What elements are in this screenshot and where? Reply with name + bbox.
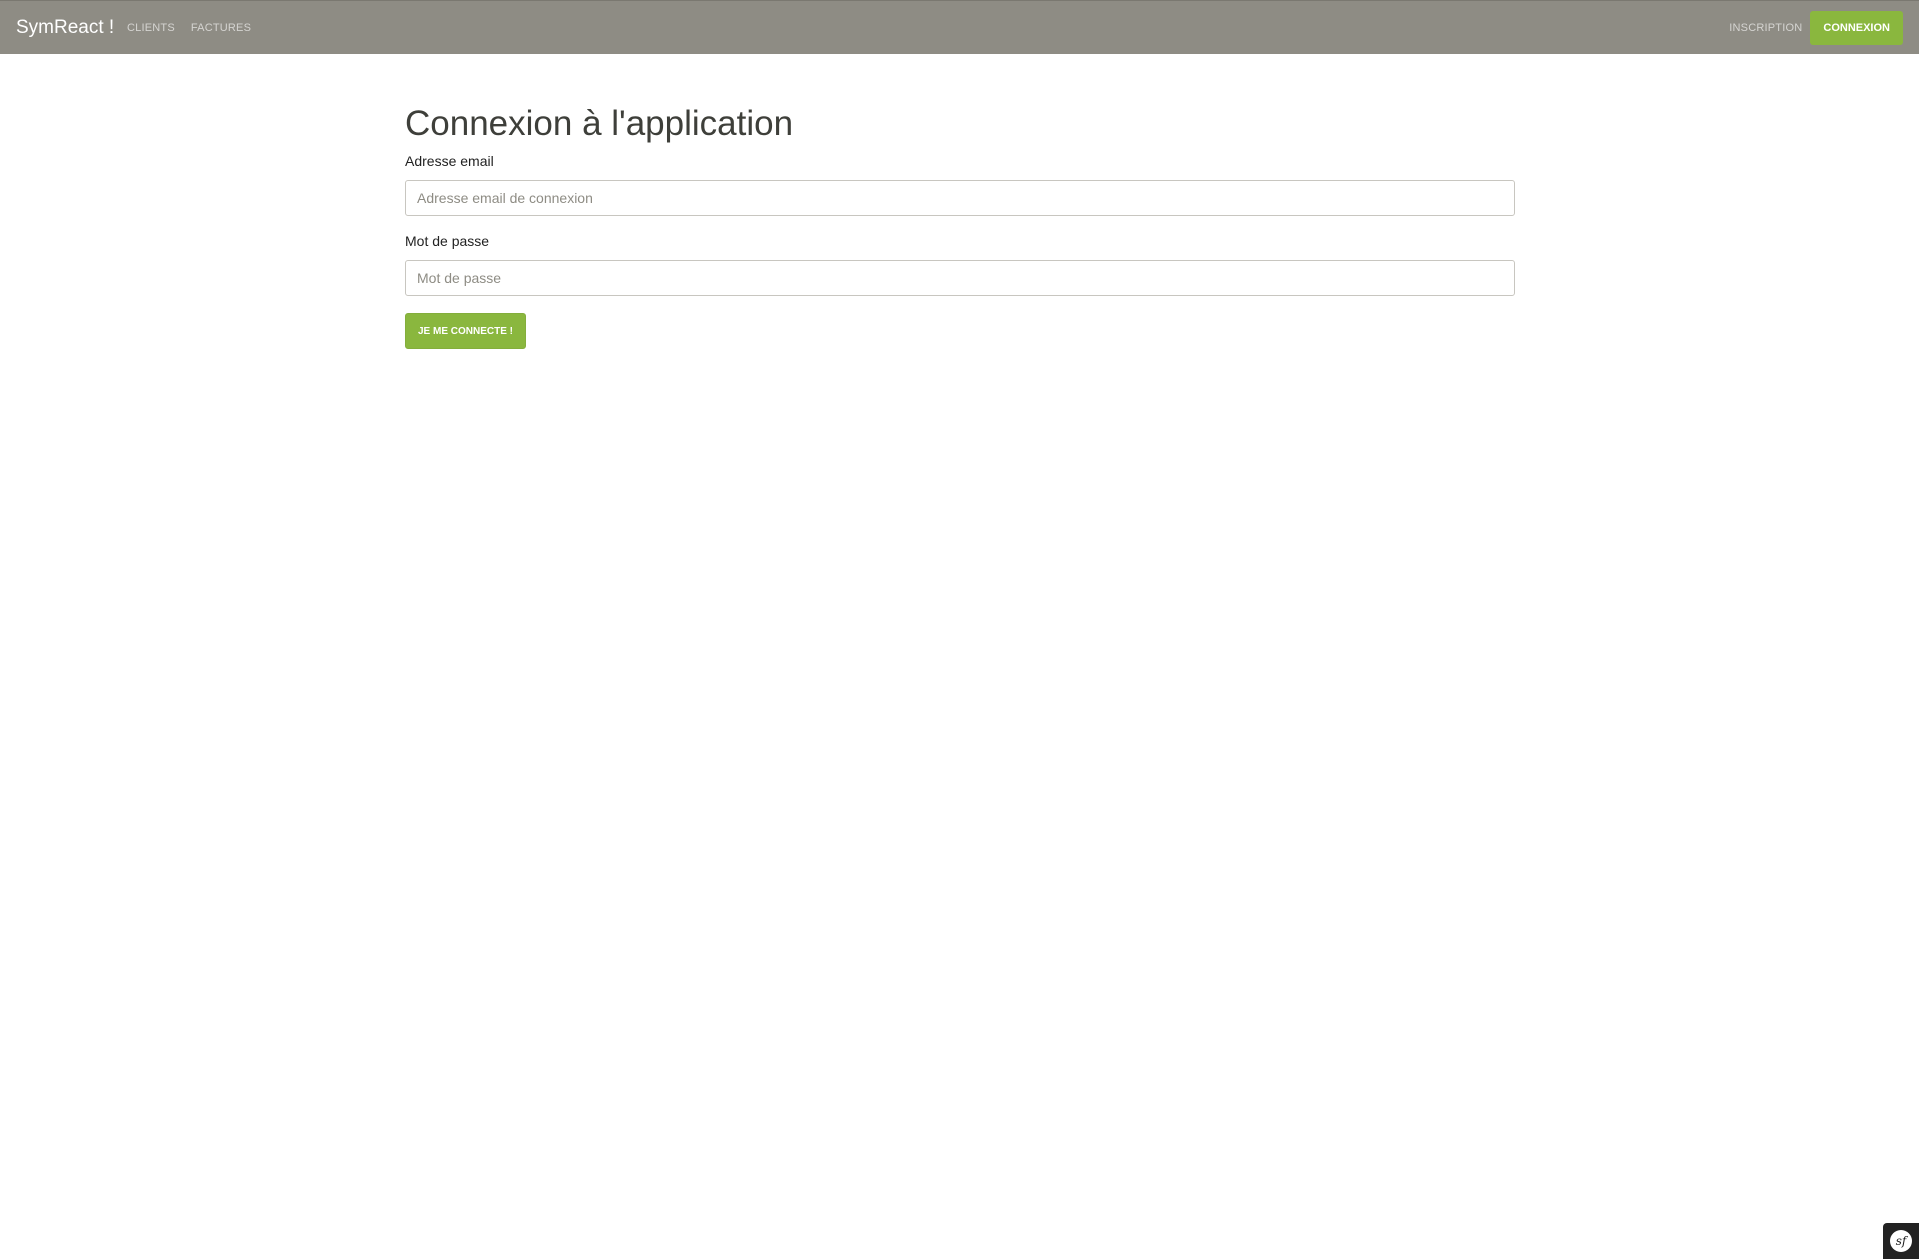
symfony-logo-icon: sf — [1890, 1230, 1912, 1252]
top-navbar: SymReact ! CLIENTS FACTURES INSCRIPTION … — [0, 0, 1919, 54]
nav-link-clients[interactable]: CLIENTS — [127, 22, 175, 35]
password-field[interactable] — [405, 260, 1515, 296]
email-label: Adresse email — [405, 153, 494, 169]
nav-link-inscription[interactable]: INSCRIPTION — [1729, 22, 1802, 35]
brand-link[interactable]: SymReact ! — [16, 17, 114, 39]
page-title: Connexion à l'application — [405, 104, 794, 143]
symfony-debug-toolbar-toggle[interactable]: sf — [1883, 1223, 1919, 1259]
submit-login-button[interactable]: JE ME CONNECTE ! — [405, 313, 527, 349]
login-page: Connexion à l'application Adresse email … — [405, 100, 1515, 349]
nav-link-factures[interactable]: FACTURES — [191, 22, 251, 35]
login-nav-button[interactable]: CONNEXION — [1810, 11, 1903, 45]
login-form: Adresse email Mot de passe JE ME CONNECT… — [405, 153, 1515, 349]
email-field[interactable] — [405, 180, 1515, 216]
auth-nav: INSCRIPTION CONNEXION — [1729, 11, 1903, 45]
main-nav: CLIENTS FACTURES — [127, 22, 251, 35]
password-label: Mot de passe — [405, 233, 490, 249]
